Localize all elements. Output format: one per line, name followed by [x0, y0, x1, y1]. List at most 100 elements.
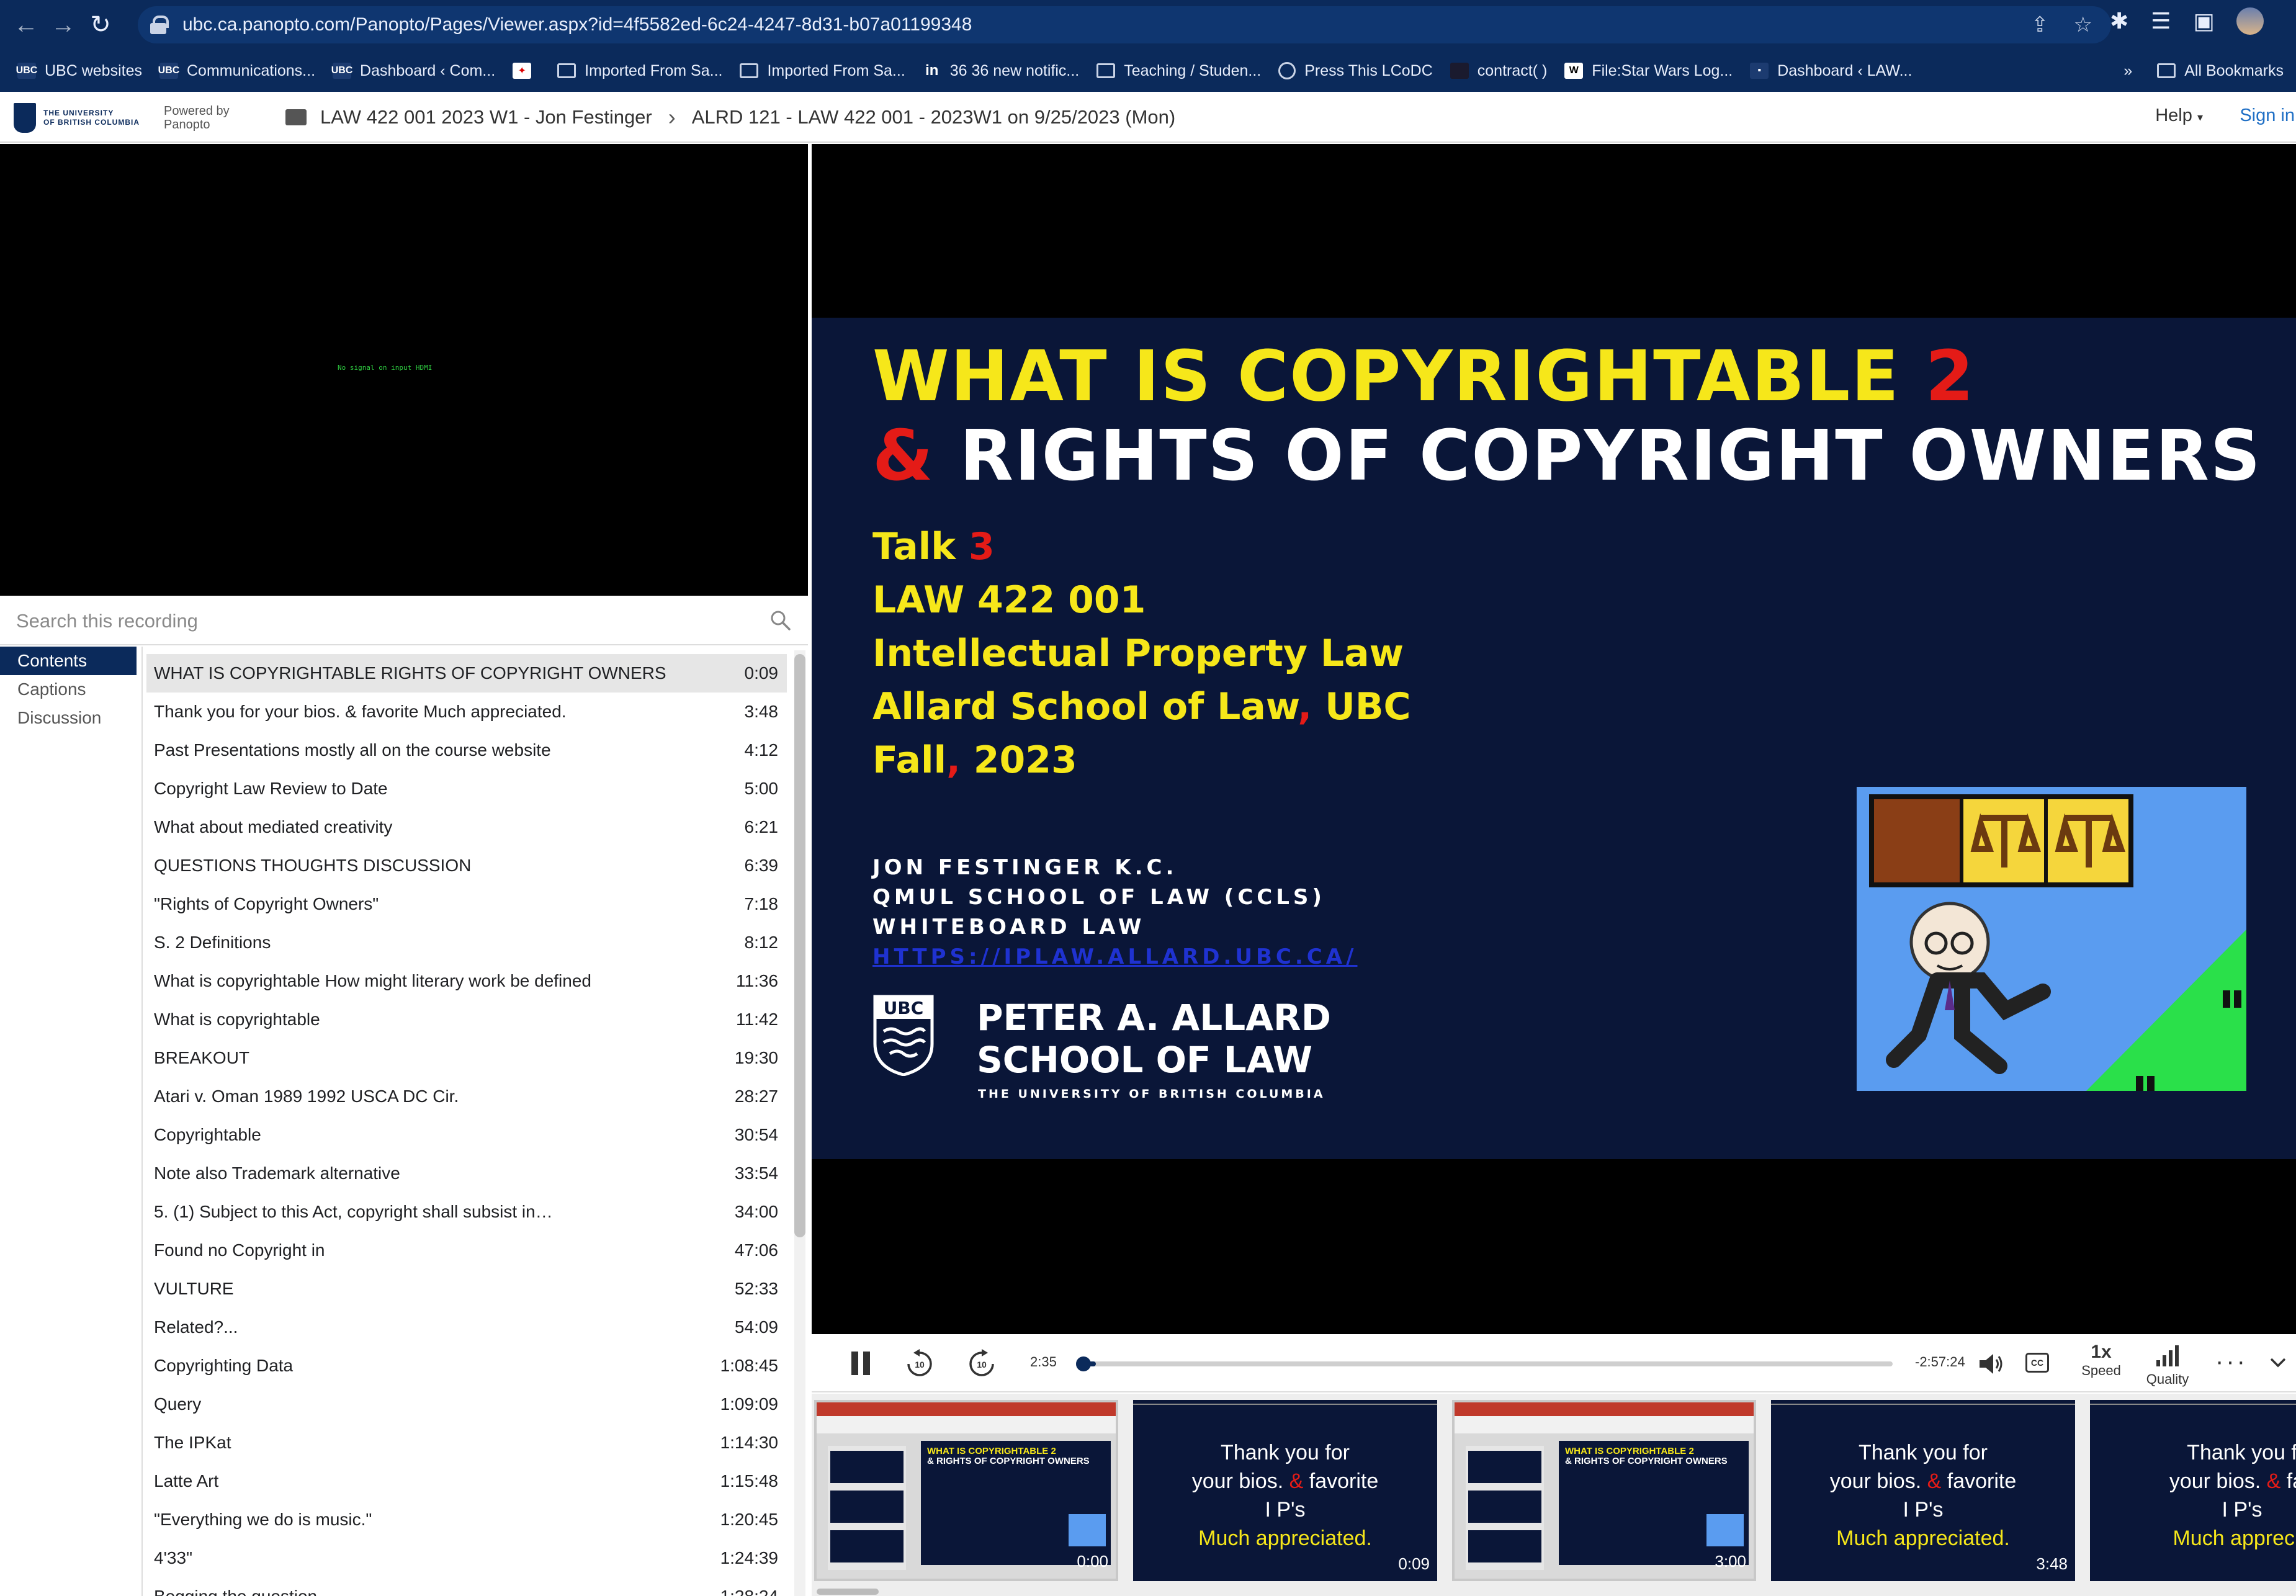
table-row[interactable]: Begging the question 1:28:24 — [146, 1577, 787, 1596]
contents-item-time: 54:09 — [734, 1317, 778, 1337]
contents-item-title: Thank you for your bios. & favorite Much… — [154, 702, 567, 721]
canada-flag-icon: ✦ — [513, 63, 532, 79]
breadcrumb: LAW 422 001 2023 W1 - Jon Festinger › AL… — [285, 104, 1175, 130]
secondary-video-stream[interactable]: No signal on input HDMI — [0, 144, 808, 596]
bookmark-dashboard-law[interactable]: ▪ Dashboard ‹ LAW... — [1750, 62, 1912, 80]
contents-scrollbar-thumb[interactable] — [794, 654, 805, 1237]
ribbon — [1455, 1402, 1754, 1416]
table-row[interactable]: Thank you for your bios. & favorite Much… — [146, 693, 787, 731]
contents-item-time: 30:54 — [734, 1125, 778, 1144]
menu-icon[interactable]: ⋮ — [2286, 8, 2296, 34]
table-row[interactable]: Found no Copyright in 47:06 — [146, 1231, 787, 1270]
pause-button[interactable] — [850, 1352, 871, 1375]
table-row[interactable]: WHAT IS COPYRIGHTABLE RIGHTS OF COPYRIGH… — [146, 654, 787, 693]
table-row[interactable]: Copyright Law Review to Date 5:00 — [146, 769, 787, 808]
table-row[interactable]: Copyrightable 30:54 — [146, 1116, 787, 1154]
table-row[interactable]: BREAKOUT 19:30 — [146, 1039, 787, 1077]
bookmark-teaching[interactable]: Teaching / Studen... — [1096, 62, 1261, 80]
side-panel-icon[interactable]: ▣ — [2193, 8, 2214, 34]
thumbnail-scrollbar[interactable] — [817, 1589, 879, 1595]
table-row[interactable]: QUESTIONS THOUGHTS DISCUSSION 6:39 — [146, 846, 787, 885]
contents-item-title: Copyrighting Data — [154, 1356, 294, 1375]
media-queue-icon[interactable]: ☰ — [2151, 8, 2171, 34]
seek-handle[interactable] — [1076, 1356, 1091, 1371]
bookmark-ubc-websites[interactable]: UBC UBC websites — [16, 62, 142, 80]
breadcrumb-folder-link[interactable]: LAW 422 001 2023 W1 - Jon Festinger — [320, 106, 652, 128]
extensions-icon[interactable]: ✱ — [2110, 8, 2128, 34]
closed-captions-button[interactable]: CC — [2025, 1353, 2049, 1373]
share-icon[interactable]: ⇪ — [2031, 12, 2049, 37]
table-row[interactable]: What is copyrightable How might literary… — [146, 962, 787, 1000]
contents-item-time: 47:06 — [734, 1240, 778, 1260]
table-row[interactable]: VULTURE 52:33 — [146, 1270, 787, 1308]
contents-item-time: 33:54 — [734, 1163, 778, 1183]
contents-item-title: WHAT IS COPYRIGHTABLE RIGHTS OF COPYRIGH… — [154, 663, 666, 683]
quality-button[interactable]: Quality — [2140, 1343, 2195, 1388]
thumbnail[interactable]: Thank you for your bios. & favorite I P's M… — [1771, 1400, 2075, 1581]
star-icon[interactable]: ☆ — [2074, 12, 2092, 37]
sign-in-link[interactable]: Sign in — [2240, 105, 2295, 126]
search-icon[interactable] — [769, 609, 792, 632]
chevron-down-icon[interactable] — [2269, 1353, 2287, 1371]
seek-bar[interactable] — [1085, 1361, 1893, 1366]
forward-10-button[interactable]: 10 — [967, 1349, 997, 1379]
table-row[interactable]: What about mediated creativity 6:21 — [146, 808, 787, 846]
contents-item-time: 1:28:24 — [720, 1587, 778, 1596]
thumbnail[interactable]: Thank you for your bios. & favorite I P's M… — [1133, 1400, 1437, 1581]
svg-text:10: 10 — [915, 1360, 925, 1370]
search-input[interactable] — [16, 606, 748, 637]
ubc-logo[interactable]: THE UNIVERSITY OF BRITISH COLUMBIA — [14, 101, 150, 135]
site-icon: ▪ — [1750, 63, 1769, 79]
slide-course: LAW 422 001 — [872, 578, 1146, 622]
bookmark-communications[interactable]: UBC Communications... — [158, 62, 315, 80]
reload-button[interactable]: ↻ — [82, 6, 119, 43]
bookmark-press-this[interactable]: Press This LCoDC — [1278, 62, 1433, 80]
table-row[interactable]: Note also Trademark alternative 33:54 — [146, 1154, 787, 1193]
table-row[interactable]: Related?... 54:09 — [146, 1308, 787, 1347]
table-row[interactable]: The IPKat 1:14:30 — [146, 1423, 787, 1462]
thumbnail[interactable]: WHAT IS COPYRIGHTABLE 2 & RIGHTS OF COPYR… — [814, 1400, 1118, 1581]
table-row[interactable]: Latte Art 1:15:48 — [146, 1462, 787, 1500]
document-icon — [1450, 63, 1469, 79]
table-row[interactable]: "Rights of Copyright Owners" 7:18 — [146, 885, 787, 923]
table-row[interactable]: What is copyrightable 11:42 — [146, 1000, 787, 1039]
tab-contents[interactable]: Contents — [0, 647, 137, 675]
table-row[interactable]: Copyrighting Data 1:08:45 — [146, 1347, 787, 1385]
table-row[interactable]: Query 1:09:09 — [146, 1385, 787, 1423]
tab-captions[interactable]: Captions — [0, 675, 137, 704]
profile-avatar[interactable] — [2236, 7, 2264, 35]
bookmark-star-wars[interactable]: W File:Star Wars Log... — [1564, 62, 1733, 80]
forward-button[interactable]: → — [45, 6, 82, 43]
help-menu[interactable]: Help ▾ — [2155, 105, 2203, 126]
slide-talk-number: Talk 3 — [872, 525, 995, 568]
table-row[interactable]: Past Presentations mostly all on the cou… — [146, 731, 787, 769]
thumbnail-strip: WHAT IS COPYRIGHTABLE 2 & RIGHTS OF COPYR… — [812, 1394, 2296, 1596]
bookmarks-overflow-button[interactable]: » — [2123, 62, 2132, 80]
url-bar[interactable]: ubc.ca.panopto.com/Panopto/Pages/Viewer.… — [138, 6, 2111, 43]
bookmark-canada[interactable]: ✦ — [513, 63, 540, 79]
table-row[interactable]: Atari v. Oman 1989 1992 USCA DC Cir. 28:2… — [146, 1077, 787, 1116]
table-row[interactable]: S. 2 Definitions 8:12 — [146, 923, 787, 962]
bookmark-contract[interactable]: contract( ) — [1450, 62, 1547, 80]
slide-presenter-affiliation: QMUL SCHOOL OF LAW (CCLS) — [872, 885, 1325, 910]
bookmark-imported-2[interactable]: Imported From Sa... — [740, 62, 905, 80]
thumbnail[interactable]: WHAT IS COPYRIGHTABLE 2 & RIGHTS OF COPYR… — [1452, 1400, 1756, 1581]
table-row[interactable]: 5. (1) Subject to this Act, copyright sh… — [146, 1193, 787, 1231]
volume-icon[interactable] — [1977, 1352, 2004, 1376]
thumbnail[interactable]: Thank you f your bios. & fav I P's Much app… — [2090, 1400, 2296, 1581]
all-bookmarks-button[interactable]: All Bookmarks — [2157, 62, 2284, 80]
bookmark-linkedin[interactable]: in 36 36 new notific... — [923, 62, 1079, 80]
back-button[interactable]: ← — [7, 6, 45, 43]
speed-button[interactable]: 1x Speed — [2076, 1343, 2126, 1380]
bookmark-imported-1[interactable]: Imported From Sa... — [557, 62, 722, 80]
tab-discussion[interactable]: Discussion — [0, 704, 137, 732]
presentation-slide: WHAT IS COPYRIGHTABLE 2 & RIGHTS OF COPY… — [812, 318, 2296, 1159]
folder-icon — [2157, 63, 2176, 78]
thumb-line: your bios. & fav — [2169, 1469, 2296, 1493]
contents-item-title: Copyright Law Review to Date — [154, 779, 388, 798]
more-options-button[interactable]: ··· — [2215, 1348, 2248, 1376]
table-row[interactable]: "Everything we do is music." 1:20:45 — [146, 1500, 787, 1539]
table-row[interactable]: 4'33" 1:24:39 — [146, 1539, 787, 1577]
rewind-10-button[interactable]: 10 — [905, 1349, 935, 1379]
bookmark-dashboard-com[interactable]: UBC Dashboard ‹ Com... — [331, 62, 495, 80]
